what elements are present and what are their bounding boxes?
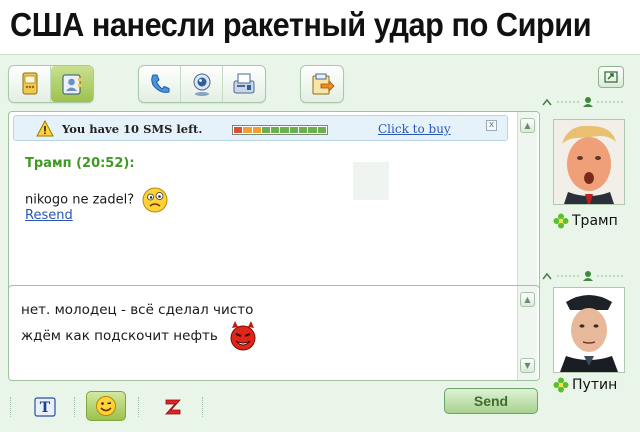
warning-icon bbox=[36, 120, 54, 137]
online-status-icon bbox=[553, 213, 569, 229]
text-format-icon: T bbox=[34, 397, 56, 417]
collapse-chevron-icon-2 bbox=[542, 271, 625, 281]
sms-meter bbox=[232, 125, 328, 135]
close-notice-icon[interactable]: x bbox=[486, 120, 497, 131]
detach-window-button[interactable] bbox=[598, 66, 624, 88]
fax-icon bbox=[233, 73, 255, 94]
message-input[interactable]: нет. молодец - всё сделал чисто ждём как… bbox=[8, 285, 540, 381]
local-avatar[interactable] bbox=[553, 287, 625, 373]
bottom-separator-2 bbox=[138, 397, 139, 417]
input-line-2-text: ждём как подскочит нефть bbox=[21, 328, 218, 344]
sms-button[interactable] bbox=[9, 66, 51, 102]
devil-smiley-icon bbox=[230, 321, 256, 351]
expand-arrow-icon bbox=[604, 71, 618, 83]
local-contact-name: Путин bbox=[572, 377, 618, 393]
log-blank-area bbox=[353, 162, 389, 200]
collapse-chevron-icon bbox=[542, 97, 625, 107]
toolbar-group-files bbox=[300, 65, 344, 103]
contacts-button[interactable] bbox=[51, 66, 93, 102]
confused-smiley-icon bbox=[142, 187, 168, 213]
bottom-separator-left bbox=[10, 397, 11, 417]
remote-contact[interactable]: Трамп bbox=[553, 213, 618, 229]
buy-sms-link[interactable]: Click to buy bbox=[378, 122, 451, 136]
local-contact[interactable]: Путин bbox=[553, 377, 617, 393]
messenger-window: You have 10 SMS left. Click to buy x Тра… bbox=[0, 54, 640, 432]
input-scrollbar[interactable]: ▲ ▼ bbox=[517, 286, 537, 380]
video-call-button[interactable] bbox=[181, 66, 223, 102]
local-avatar-portrait bbox=[554, 288, 624, 372]
bottom-separator-3 bbox=[202, 397, 203, 417]
nudge-button[interactable] bbox=[160, 395, 186, 419]
toolbar-group-calls bbox=[138, 65, 266, 103]
send-button[interactable]: Send bbox=[444, 388, 538, 414]
input-line-1: нет. молодец - всё сделал чисто bbox=[21, 302, 254, 318]
fax-button[interactable] bbox=[223, 66, 265, 102]
input-line-2: ждём как подскочит нефть bbox=[21, 320, 260, 352]
online-status-icon-2 bbox=[553, 377, 569, 393]
sms-left-text: You have 10 SMS left. bbox=[62, 122, 203, 136]
sms-notice-bar: You have 10 SMS left. Click to buy x bbox=[13, 115, 508, 141]
nudge-z-icon bbox=[165, 399, 181, 415]
input-scroll-down-icon[interactable]: ▼ bbox=[520, 358, 535, 373]
send-file-button[interactable] bbox=[301, 66, 343, 102]
webcam-icon bbox=[193, 73, 210, 96]
message-author: Трамп (20:52): bbox=[25, 156, 135, 171]
contacts-book-icon bbox=[62, 74, 82, 95]
text-format-glyph: T bbox=[40, 400, 51, 416]
scroll-up-icon[interactable]: ▲ bbox=[520, 118, 535, 133]
message-body: nikogo ne zadel? bbox=[25, 192, 135, 208]
text-format-button[interactable]: T bbox=[32, 395, 58, 419]
headline-text: США нанесли ракетный удар по Сирии bbox=[10, 6, 592, 43]
phone-call-icon bbox=[150, 74, 169, 93]
wink-smiley-icon bbox=[96, 396, 116, 416]
bottom-separator-1 bbox=[74, 397, 75, 417]
sms-phone-icon bbox=[22, 72, 37, 95]
local-panel-toggle[interactable] bbox=[541, 267, 631, 281]
remote-contact-name: Трамп bbox=[572, 213, 618, 229]
smiley-picker-button[interactable] bbox=[86, 391, 126, 421]
remote-avatar-portrait bbox=[554, 120, 624, 204]
input-scroll-up-icon[interactable]: ▲ bbox=[520, 292, 535, 307]
resend-link[interactable]: Resend bbox=[25, 208, 73, 223]
remote-avatar[interactable] bbox=[553, 119, 625, 205]
file-transfer-icon bbox=[312, 73, 335, 95]
headline-banner: США нанесли ракетный удар по Сирии bbox=[0, 0, 640, 54]
remote-panel-toggle[interactable] bbox=[541, 93, 631, 107]
toolbar-group-messaging bbox=[8, 65, 94, 103]
call-button[interactable] bbox=[139, 66, 181, 102]
